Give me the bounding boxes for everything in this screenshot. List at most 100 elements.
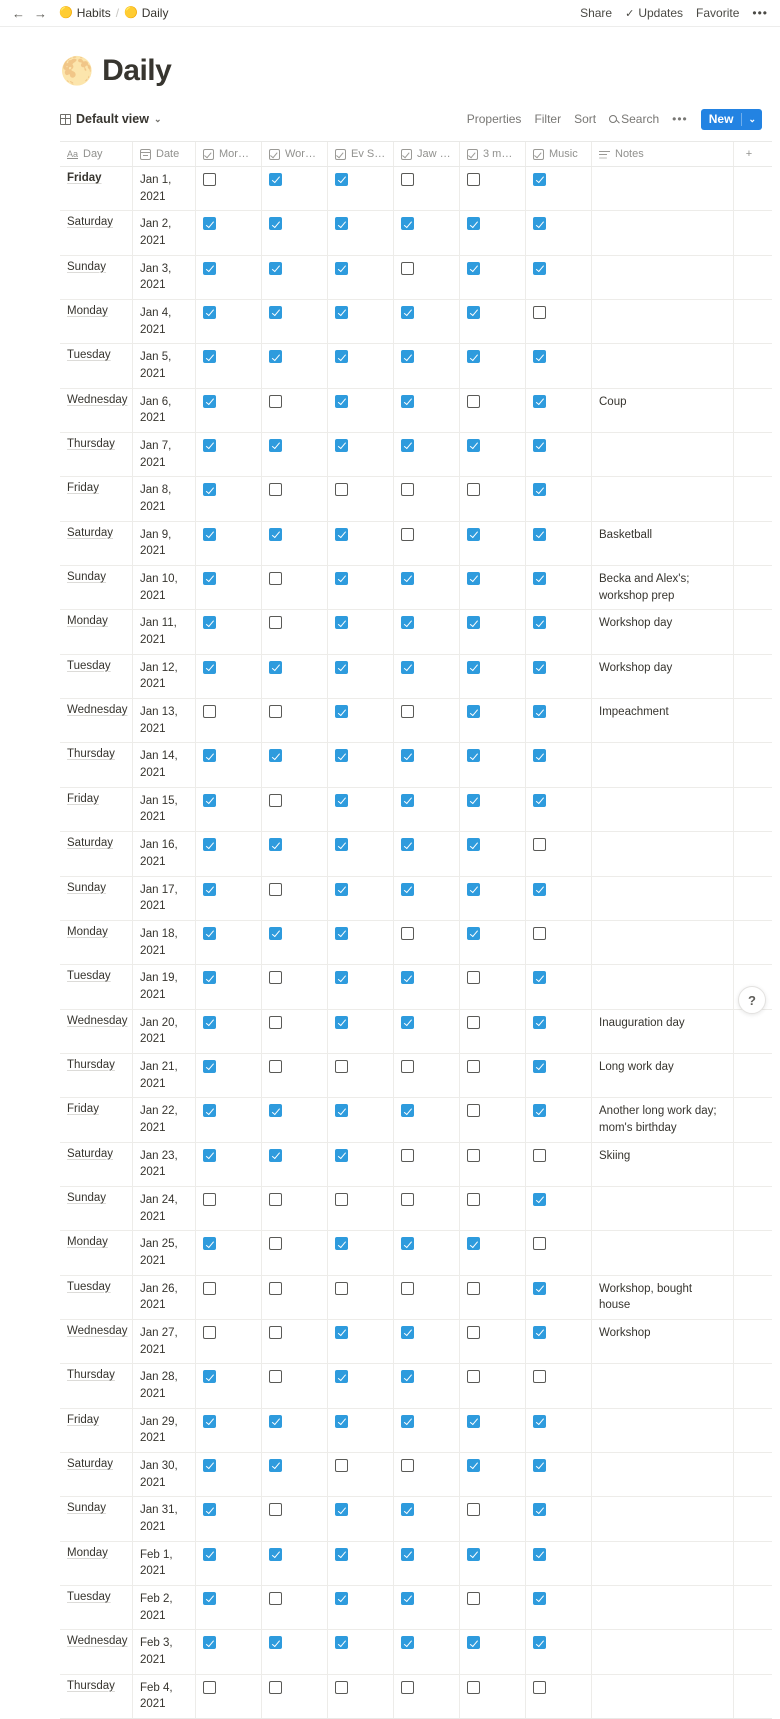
cell-checkbox[interactable] bbox=[196, 256, 262, 299]
cell-checkbox[interactable] bbox=[394, 610, 460, 653]
cell-date[interactable]: Jan 29, 2021 bbox=[133, 1409, 196, 1452]
checkbox-checked-icon[interactable] bbox=[335, 1636, 348, 1649]
cell-checkbox[interactable] bbox=[394, 566, 460, 609]
sort-button[interactable]: Sort bbox=[574, 112, 596, 126]
cell-checkbox[interactable] bbox=[526, 1276, 592, 1319]
checkbox-unchecked-icon[interactable] bbox=[269, 616, 282, 629]
cell-checkbox[interactable] bbox=[394, 477, 460, 520]
cell-checkbox[interactable] bbox=[460, 1276, 526, 1319]
checkbox-unchecked-icon[interactable] bbox=[335, 1193, 348, 1206]
checkbox-checked-icon[interactable] bbox=[533, 794, 546, 807]
cell-checkbox[interactable] bbox=[328, 1276, 394, 1319]
table-row[interactable]: FridayJan 8, 2021 bbox=[60, 477, 772, 521]
cell-checkbox[interactable] bbox=[394, 877, 460, 920]
checkbox-checked-icon[interactable] bbox=[203, 749, 216, 762]
cell-notes[interactable]: Another long work day; mom's birthday bbox=[592, 1098, 734, 1141]
cell-checkbox[interactable] bbox=[526, 1320, 592, 1363]
cell-notes[interactable] bbox=[592, 167, 734, 210]
checkbox-checked-icon[interactable] bbox=[401, 1104, 414, 1117]
cell-checkbox[interactable] bbox=[328, 965, 394, 1008]
cell-checkbox[interactable] bbox=[526, 389, 592, 432]
checkbox-unchecked-icon[interactable] bbox=[269, 1237, 282, 1250]
cell-checkbox[interactable] bbox=[526, 566, 592, 609]
checkbox-unchecked-icon[interactable] bbox=[467, 1282, 480, 1295]
checkbox-checked-icon[interactable] bbox=[335, 749, 348, 762]
cell-checkbox[interactable] bbox=[262, 566, 328, 609]
checkbox-checked-icon[interactable] bbox=[533, 483, 546, 496]
checkbox-unchecked-icon[interactable] bbox=[533, 1237, 546, 1250]
checkbox-checked-icon[interactable] bbox=[203, 971, 216, 984]
cell-checkbox[interactable] bbox=[526, 655, 592, 698]
table-row[interactable]: WednesdayJan 27, 2021Workshop bbox=[60, 1320, 772, 1364]
table-row[interactable]: MondayJan 25, 2021 bbox=[60, 1231, 772, 1275]
checkbox-unchecked-icon[interactable] bbox=[533, 1370, 546, 1383]
table-row[interactable]: SaturdayJan 2, 2021 bbox=[60, 211, 772, 255]
checkbox-checked-icon[interactable] bbox=[401, 572, 414, 585]
cell-checkbox[interactable] bbox=[262, 1054, 328, 1097]
cell-date[interactable]: Jan 9, 2021 bbox=[133, 522, 196, 565]
checkbox-checked-icon[interactable] bbox=[269, 749, 282, 762]
checkbox-checked-icon[interactable] bbox=[401, 1370, 414, 1383]
cell-checkbox[interactable] bbox=[526, 256, 592, 299]
cell-checkbox[interactable] bbox=[328, 788, 394, 831]
checkbox-checked-icon[interactable] bbox=[269, 350, 282, 363]
table-row[interactable]: SundayJan 10, 2021Becka and Alex's; work… bbox=[60, 566, 772, 610]
cell-checkbox[interactable] bbox=[526, 1098, 592, 1141]
cell-date[interactable]: Jan 8, 2021 bbox=[133, 477, 196, 520]
checkbox-unchecked-icon[interactable] bbox=[269, 1193, 282, 1206]
checkbox-checked-icon[interactable] bbox=[533, 528, 546, 541]
checkbox-checked-icon[interactable] bbox=[203, 572, 216, 585]
cell-day[interactable]: Saturday bbox=[60, 1143, 133, 1186]
cell-checkbox[interactable] bbox=[196, 965, 262, 1008]
checkbox-checked-icon[interactable] bbox=[203, 1636, 216, 1649]
cell-checkbox[interactable] bbox=[196, 477, 262, 520]
checkbox-checked-icon[interactable] bbox=[335, 1237, 348, 1250]
cell-checkbox[interactable] bbox=[460, 522, 526, 565]
cell-checkbox[interactable] bbox=[196, 699, 262, 742]
cell-notes[interactable] bbox=[592, 300, 734, 343]
cell-checkbox[interactable] bbox=[262, 1010, 328, 1053]
checkbox-checked-icon[interactable] bbox=[533, 217, 546, 230]
checkbox-checked-icon[interactable] bbox=[203, 262, 216, 275]
cell-day[interactable]: Monday bbox=[60, 300, 133, 343]
cell-checkbox[interactable] bbox=[196, 1276, 262, 1319]
checkbox-checked-icon[interactable] bbox=[467, 1237, 480, 1250]
checkbox-checked-icon[interactable] bbox=[467, 1459, 480, 1472]
cell-day[interactable]: Tuesday bbox=[60, 655, 133, 698]
cell-checkbox[interactable] bbox=[196, 1630, 262, 1673]
cell-checkbox[interactable] bbox=[460, 877, 526, 920]
table-row[interactable]: SaturdayJan 23, 2021Skiing bbox=[60, 1143, 772, 1187]
cell-checkbox[interactable] bbox=[196, 389, 262, 432]
checkbox-checked-icon[interactable] bbox=[203, 794, 216, 807]
new-button[interactable]: New ⌄ bbox=[701, 109, 762, 130]
table-row[interactable]: WednesdayFeb 3, 2021 bbox=[60, 1630, 772, 1674]
cell-checkbox[interactable] bbox=[262, 877, 328, 920]
cell-notes[interactable] bbox=[592, 1497, 734, 1540]
cell-notes[interactable] bbox=[592, 211, 734, 254]
cell-checkbox[interactable] bbox=[328, 433, 394, 476]
cell-checkbox[interactable] bbox=[196, 832, 262, 875]
cell-day[interactable]: Wednesday bbox=[60, 1630, 133, 1673]
cell-day[interactable]: Wednesday bbox=[60, 1320, 133, 1363]
cell-date[interactable]: Jan 10, 2021 bbox=[133, 566, 196, 609]
checkbox-checked-icon[interactable] bbox=[335, 838, 348, 851]
checkbox-unchecked-icon[interactable] bbox=[269, 1370, 282, 1383]
cell-date[interactable]: Jan 31, 2021 bbox=[133, 1497, 196, 1540]
cell-day[interactable]: Wednesday bbox=[60, 699, 133, 742]
cell-checkbox[interactable] bbox=[328, 344, 394, 387]
cell-checkbox[interactable] bbox=[526, 1231, 592, 1274]
cell-date[interactable]: Jan 19, 2021 bbox=[133, 965, 196, 1008]
checkbox-checked-icon[interactable] bbox=[467, 528, 480, 541]
cell-checkbox[interactable] bbox=[526, 1364, 592, 1407]
checkbox-checked-icon[interactable] bbox=[533, 1503, 546, 1516]
cell-day[interactable]: Saturday bbox=[60, 211, 133, 254]
checkbox-checked-icon[interactable] bbox=[203, 1370, 216, 1383]
cell-checkbox[interactable] bbox=[460, 1542, 526, 1585]
cell-checkbox[interactable] bbox=[460, 1098, 526, 1141]
cell-checkbox[interactable] bbox=[262, 1497, 328, 1540]
checkbox-checked-icon[interactable] bbox=[335, 1503, 348, 1516]
cell-notes[interactable] bbox=[592, 1187, 734, 1230]
cell-checkbox[interactable] bbox=[526, 699, 592, 742]
checkbox-checked-icon[interactable] bbox=[401, 1326, 414, 1339]
cell-notes[interactable] bbox=[592, 788, 734, 831]
